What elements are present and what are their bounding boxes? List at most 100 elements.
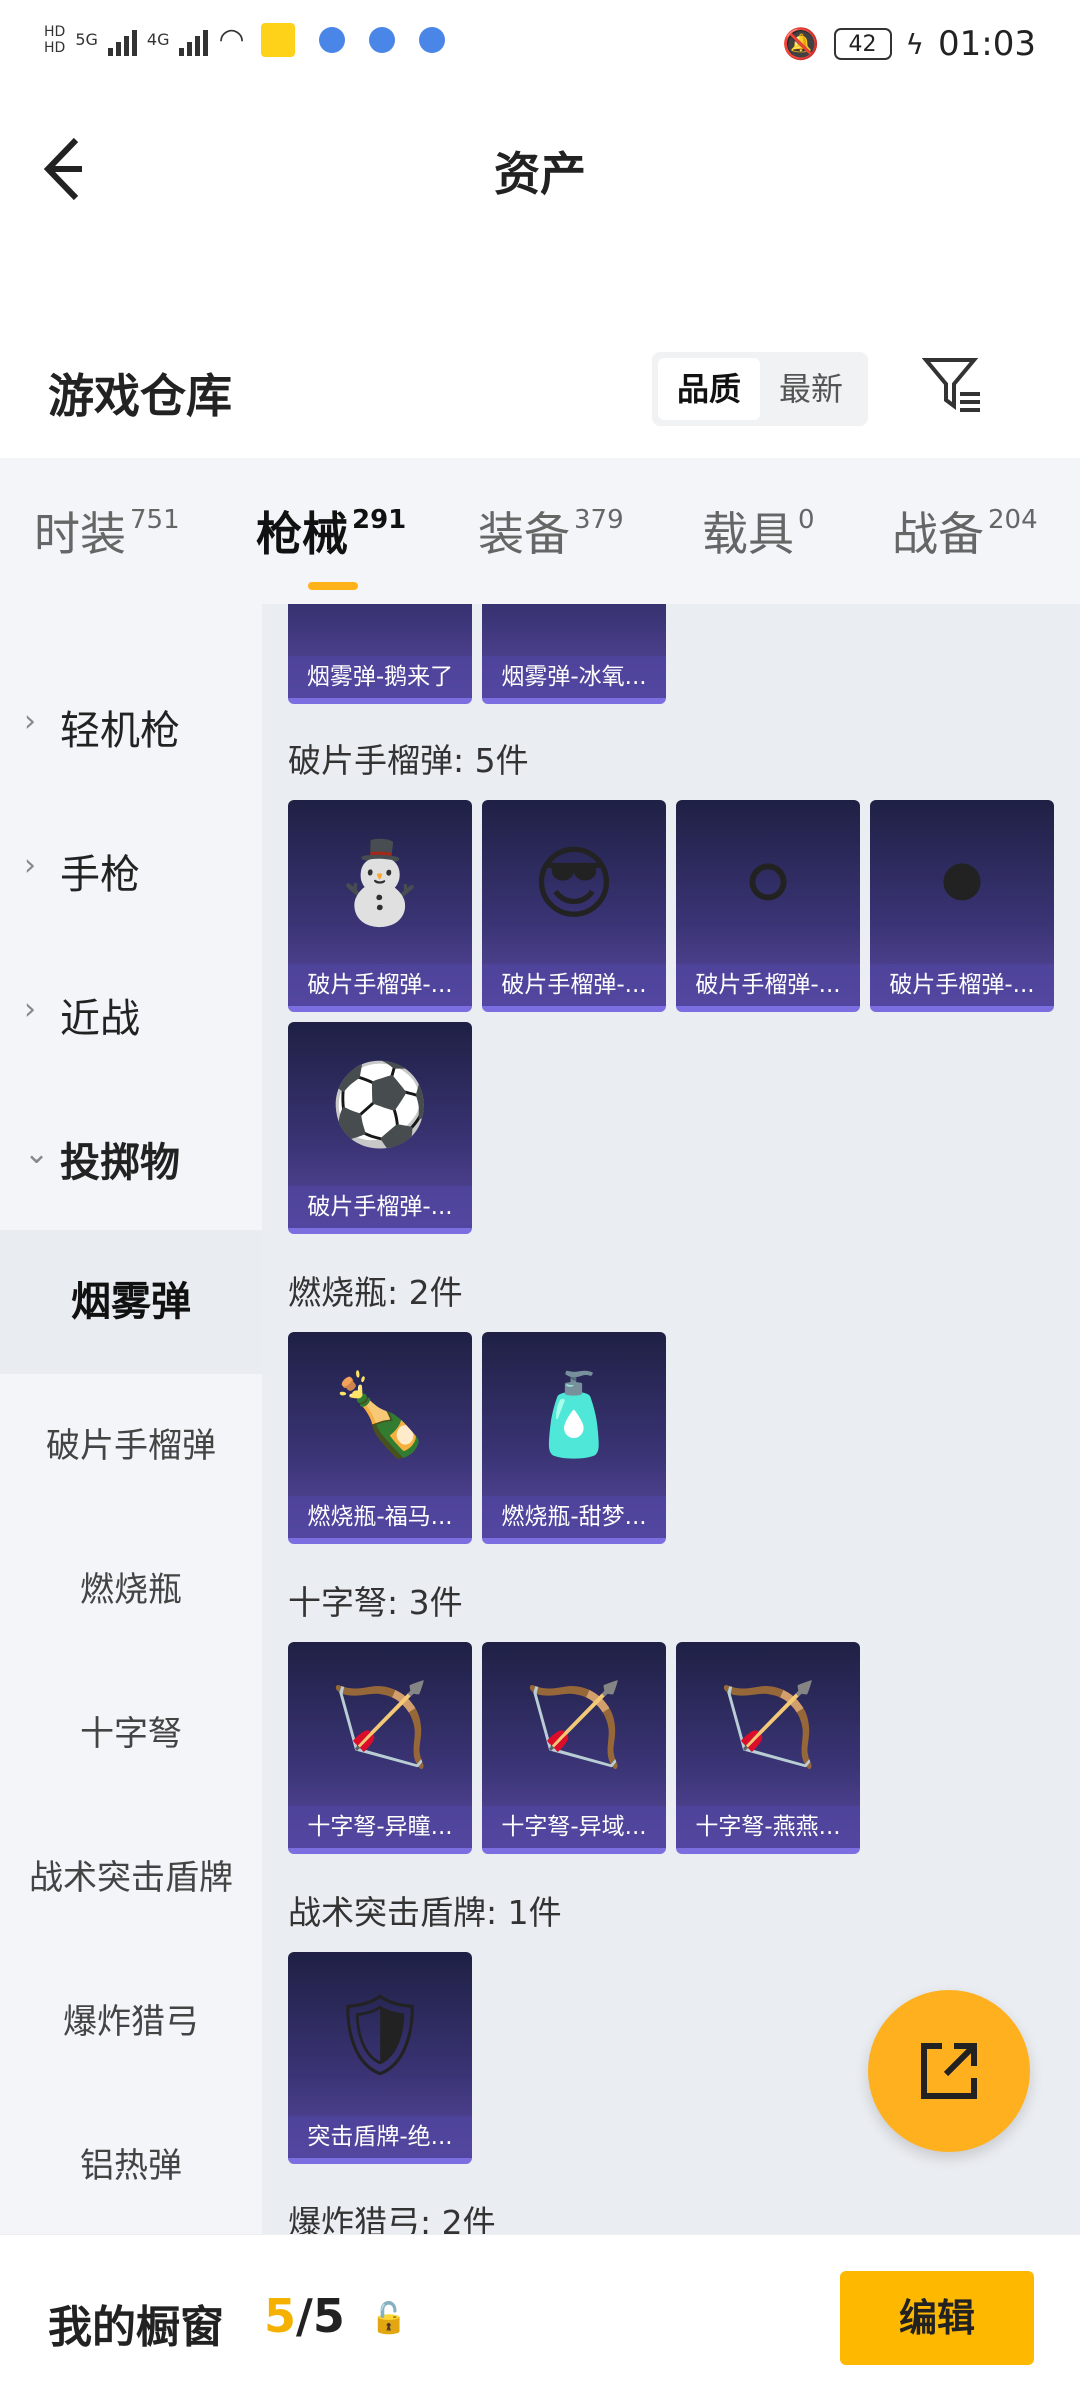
sort-quality-button[interactable]: 品质: [658, 358, 760, 420]
sidebar-item-throwables[interactable]: ⌄ 投掷物: [0, 1086, 262, 1230]
section-title: 破片手榴弹: 5件: [288, 741, 529, 780]
clock: 01:03: [938, 24, 1036, 64]
showcase-bar: 我的橱窗 5/5 🔓 编辑: [0, 2234, 1080, 2400]
grenade-image: ⛄: [330, 836, 430, 929]
tab-firearms[interactable]: 枪械 291: [256, 498, 407, 590]
item-name: 破片手榴弹-...: [288, 964, 472, 1006]
sidebar-item-melee[interactable]: › 近战: [0, 942, 262, 1086]
item-name: 破片手榴弹-...: [288, 1186, 472, 1228]
item-card[interactable]: ⚫ 破片手榴弹-...: [870, 800, 1054, 1012]
repository-header: 游戏仓库 品质 最新: [0, 330, 1080, 450]
item-card[interactable]: ⛄ 破片手榴弹-...: [288, 800, 472, 1012]
app-notification-icon: [418, 26, 445, 53]
chevron-right-icon: ›: [24, 848, 36, 883]
molotov-image: 🍾: [330, 1368, 430, 1461]
tab-label: 载具: [702, 507, 794, 561]
item-card[interactable]: 烟雾弹-冰氧...: [482, 604, 666, 704]
app-notification-icon: [260, 22, 295, 57]
item-card[interactable]: 😎 破片手榴弹-...: [482, 800, 666, 1012]
chevron-down-icon: ⌄: [24, 1136, 50, 1171]
section-title: 十字弩: 3件: [288, 1583, 463, 1622]
tab-vehicles[interactable]: 载具 0: [702, 498, 815, 564]
mute-bell-icon: 🔕: [782, 26, 820, 62]
lock-icon: 🔓: [370, 2301, 408, 2336]
sidebar-subitem-shield[interactable]: 战术突击盾牌: [0, 1806, 262, 1950]
sidebar-item-light-machine-gun[interactable]: › 轻机枪: [0, 654, 262, 798]
app-notification-icon: [318, 26, 345, 53]
tab-readiness[interactable]: 战备 204: [892, 498, 1038, 564]
item-name: 燃烧瓶-甜梦...: [482, 1496, 666, 1538]
battery-level: 42: [848, 31, 877, 57]
signal-icon: [107, 24, 137, 56]
sidebar-subitem-frag[interactable]: 破片手榴弹: [0, 1374, 262, 1518]
hd-label: HD: [44, 39, 66, 56]
sort-toggle: 品质 最新: [652, 352, 868, 426]
hd-label: HD: [44, 23, 66, 40]
tab-equipment[interactable]: 装备 379: [478, 498, 624, 564]
charging-icon: ϟ: [905, 27, 925, 61]
item-card[interactable]: 🏹 十字弩-燕燕...: [676, 1642, 860, 1854]
crossbow-image: 🏹: [524, 1678, 624, 1771]
repository-title: 游戏仓库: [48, 369, 232, 423]
item-name: 烟雾弹-冰氧...: [482, 656, 666, 698]
item-card[interactable]: 🏹 十字弩-异瞳...: [288, 1642, 472, 1854]
battery-icon: 42: [833, 28, 892, 60]
page-title: 资产: [494, 147, 586, 201]
section-title: 爆炸猎弓: 2件: [288, 2203, 496, 2234]
sidebar-subitem-crossbow[interactable]: 十字弩: [0, 1662, 262, 1806]
showcase-count-total: 5: [312, 2289, 345, 2343]
item-image: [288, 604, 472, 658]
item-card[interactable]: ⚪ 破片手榴弹-...: [676, 800, 860, 1012]
tab-count: 291: [352, 505, 407, 535]
crossbow-image: 🏹: [330, 1678, 430, 1771]
network-label: 4G: [146, 30, 170, 49]
sidebar: › 轻机枪 › 手枪 › 近战 ⌄ 投掷物 烟雾弹 破片手榴弹 燃烧瓶 十字弩 战术突击…: [0, 604, 262, 2234]
grenade-image: 😎: [532, 836, 616, 930]
signal-icon: [179, 24, 209, 56]
share-button[interactable]: [868, 1990, 1030, 2152]
item-name: 破片手榴弹-...: [676, 964, 860, 1006]
active-tab-indicator: [308, 582, 358, 590]
grenade-image: ⚪: [734, 836, 802, 930]
tab-count: 204: [988, 505, 1038, 535]
tab-fashion[interactable]: 时装 751: [34, 498, 180, 564]
tab-label: 战备: [892, 507, 984, 561]
item-image: [482, 604, 666, 658]
showcase-count-separator: /: [296, 2289, 313, 2343]
section-title: 战术突击盾牌: 1件: [288, 1893, 562, 1932]
item-card[interactable]: 烟雾弹-鹅来了: [288, 604, 472, 704]
item-name: 破片手榴弹-...: [482, 964, 666, 1006]
item-card[interactable]: 🛡 突击盾牌-绝...: [288, 1952, 472, 2164]
grenade-image: ⚽: [330, 1058, 430, 1151]
grenade-image: ⚫: [928, 836, 996, 930]
item-name: 烟雾弹-鹅来了: [288, 656, 472, 698]
sidebar-item-label: 近战: [60, 996, 140, 1042]
item-name: 十字弩-燕燕...: [676, 1806, 860, 1848]
edit-button[interactable]: 编辑: [840, 2271, 1034, 2365]
sidebar-item-label: 手枪: [60, 852, 140, 898]
item-card[interactable]: 🧴 燃烧瓶-甜梦...: [482, 1332, 666, 1544]
sidebar-subitem-molotov[interactable]: 燃烧瓶: [0, 1518, 262, 1662]
app-notification-icon: [368, 26, 395, 53]
shield-image: 🛡: [329, 1988, 431, 2081]
filter-icon[interactable]: [921, 354, 982, 414]
sidebar-subitem-bow[interactable]: 爆炸猎弓: [0, 1950, 262, 2094]
item-name: 破片手榴弹-...: [870, 964, 1054, 1006]
section-title: 燃烧瓶: 2件: [288, 1273, 463, 1312]
item-card[interactable]: 🍾 燃烧瓶-福马...: [288, 1332, 472, 1544]
status-bar: HD HD 5G 4G ◠ 🔕 42 ϟ 01:03: [0, 0, 1080, 96]
sidebar-subitem-smoke[interactable]: 烟雾弹: [0, 1230, 262, 1374]
sidebar-item-label: 轻机枪: [60, 708, 180, 754]
showcase-title: 我的橱窗: [48, 2302, 224, 2353]
sidebar-item-pistol[interactable]: › 手枪: [0, 798, 262, 942]
showcase-count-current: 5: [264, 2289, 297, 2343]
network-label: 5G: [75, 30, 98, 49]
item-name: 突击盾牌-绝...: [288, 2116, 472, 2158]
item-name: 燃烧瓶-福马...: [288, 1496, 472, 1538]
item-card[interactable]: 🏹 十字弩-异域...: [482, 1642, 666, 1854]
sidebar-subitem-thermite[interactable]: 铝热弹: [0, 2094, 262, 2238]
wifi-icon: ◠: [218, 22, 245, 57]
item-card[interactable]: ⚽ 破片手榴弹-...: [288, 1022, 472, 1234]
sort-newest-button[interactable]: 最新: [760, 358, 862, 420]
showcase-count: 5/5: [264, 2289, 345, 2343]
